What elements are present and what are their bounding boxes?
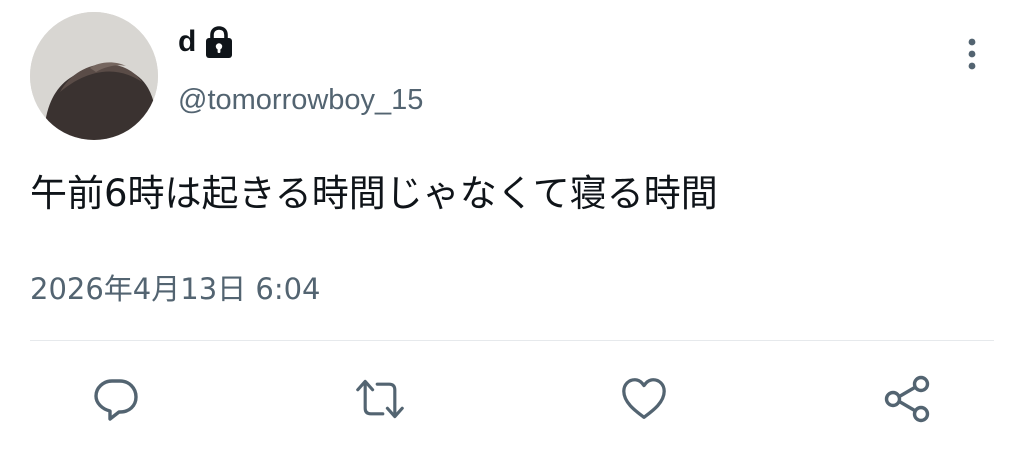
reply-icon [94,379,138,421]
retweet-button[interactable] [355,374,405,424]
avatar[interactable] [30,12,158,140]
user-handle[interactable]: @tomorrowboy_15 [178,80,423,120]
divider [30,340,994,341]
lock-icon [202,24,236,60]
like-icon [622,378,666,419]
retweet-icon [356,379,404,419]
share-button[interactable] [883,374,933,424]
display-name-row: d [178,22,236,62]
display-name[interactable]: d [178,22,196,62]
tweet-timestamp[interactable]: 2026年4月13日 6:04 [30,266,321,312]
more-options-icon[interactable] [958,34,986,74]
tweet-text: 午前6時は起きる時間じゃなくて寝る時間 [30,172,718,215]
share-icon [884,375,930,423]
like-button[interactable] [619,374,669,424]
avatar-photo [30,12,158,140]
tweet-card: d @tomorrowboy_15 午前6時は起きる時間じゃなくて寝る時間 20… [0,0,1024,456]
reply-button[interactable] [91,374,141,424]
